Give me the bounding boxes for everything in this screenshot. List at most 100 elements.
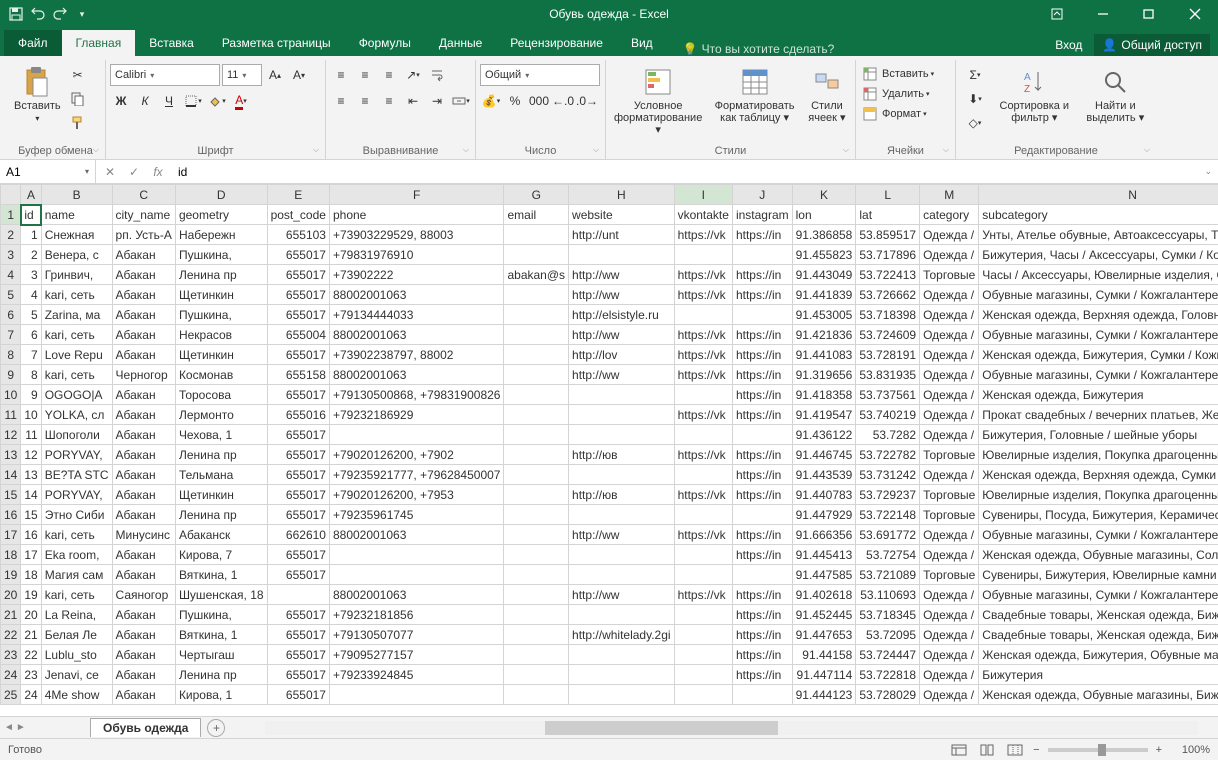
cell[interactable]: https://in bbox=[732, 225, 792, 245]
cell[interactable]: Женская одежда, Верхняя одежда, Сумки / … bbox=[979, 465, 1218, 485]
cell[interactable]: 91.441083 bbox=[792, 345, 856, 365]
cell[interactable]: 17 bbox=[21, 545, 41, 565]
cell[interactable]: 53.718398 bbox=[856, 305, 920, 325]
row-header-15[interactable]: 15 bbox=[1, 485, 21, 505]
cell[interactable]: id bbox=[21, 205, 41, 225]
grow-font-button[interactable]: A▴ bbox=[264, 64, 286, 86]
row-header-8[interactable]: 8 bbox=[1, 345, 21, 365]
expand-formula-bar-icon[interactable]: ⌄ bbox=[1198, 166, 1218, 177]
cell[interactable]: Ленина пр bbox=[175, 445, 267, 465]
cell[interactable]: post_code bbox=[267, 205, 329, 225]
cell[interactable]: +79130507077 bbox=[329, 625, 504, 645]
cell[interactable]: 53.717896 bbox=[856, 245, 920, 265]
cell[interactable]: https://in bbox=[732, 385, 792, 405]
cell[interactable]: Кирова, 7 bbox=[175, 545, 267, 565]
cell[interactable]: 655103 bbox=[267, 225, 329, 245]
cell[interactable]: 2 bbox=[21, 245, 41, 265]
cell[interactable]: +79235961745 bbox=[329, 505, 504, 525]
font-size-combo[interactable]: 11▾ bbox=[222, 64, 262, 86]
cell[interactable] bbox=[569, 505, 675, 525]
cell[interactable]: Ленина пр bbox=[175, 265, 267, 285]
cell[interactable] bbox=[674, 565, 732, 585]
cell[interactable]: Одежда / bbox=[920, 405, 979, 425]
cell[interactable]: +79232181856 bbox=[329, 605, 504, 625]
cell[interactable]: Шушенская, 18 bbox=[175, 585, 267, 605]
cell[interactable]: 6 bbox=[21, 325, 41, 345]
cell[interactable] bbox=[504, 385, 569, 405]
align-top-button[interactable]: ≡ bbox=[330, 64, 352, 86]
cell[interactable]: Некрасов bbox=[175, 325, 267, 345]
cell[interactable]: lat bbox=[856, 205, 920, 225]
cell[interactable]: 4 bbox=[21, 285, 41, 305]
cell[interactable]: Женская одежда, Обувные магазины, Солнце… bbox=[979, 545, 1218, 565]
cell[interactable]: Торговые bbox=[920, 565, 979, 585]
cell[interactable]: http://unt bbox=[569, 225, 675, 245]
cell[interactable]: https://vk bbox=[674, 445, 732, 465]
cell[interactable] bbox=[569, 405, 675, 425]
col-header-N[interactable]: N bbox=[979, 185, 1218, 205]
cell[interactable]: +73902222 bbox=[329, 265, 504, 285]
cell[interactable]: 8 bbox=[21, 365, 41, 385]
cell[interactable]: 7 bbox=[21, 345, 41, 365]
cell[interactable]: 11 bbox=[21, 425, 41, 445]
cell[interactable]: https://in bbox=[732, 405, 792, 425]
copy-button[interactable] bbox=[67, 88, 89, 110]
cell[interactable]: 91.441839 bbox=[792, 285, 856, 305]
cell[interactable]: 53.721089 bbox=[856, 565, 920, 585]
cell[interactable]: kari, сеть bbox=[41, 525, 112, 545]
cell[interactable] bbox=[674, 305, 732, 325]
row-header-10[interactable]: 10 bbox=[1, 385, 21, 405]
cell[interactable]: Абакан bbox=[112, 665, 175, 685]
select-all-corner[interactable] bbox=[1, 185, 21, 205]
cell[interactable]: https://vk bbox=[674, 265, 732, 285]
cell[interactable]: 19 bbox=[21, 585, 41, 605]
cell[interactable]: vkontakte bbox=[674, 205, 732, 225]
cell[interactable]: https://in bbox=[732, 625, 792, 645]
cell[interactable]: https://in bbox=[732, 525, 792, 545]
align-middle-button[interactable]: ≡ bbox=[354, 64, 376, 86]
cell[interactable]: https://in bbox=[732, 285, 792, 305]
cell[interactable]: 10 bbox=[21, 405, 41, 425]
cell[interactable]: Одежда / bbox=[920, 385, 979, 405]
cell[interactable]: Вяткина, 1 bbox=[175, 625, 267, 645]
cell[interactable] bbox=[569, 565, 675, 585]
cell[interactable]: 16 bbox=[21, 525, 41, 545]
font-color-button[interactable]: A▾ bbox=[230, 90, 252, 112]
cell[interactable]: Абакан bbox=[112, 305, 175, 325]
decrease-decimal-button[interactable]: .0→ bbox=[576, 90, 598, 112]
row-header-9[interactable]: 9 bbox=[1, 365, 21, 385]
cell[interactable]: +79831976910 bbox=[329, 245, 504, 265]
cell[interactable]: Ювелирные изделия, Покупка драгоценных м… bbox=[979, 445, 1218, 465]
cell[interactable] bbox=[329, 685, 504, 705]
cell[interactable]: +79134444033 bbox=[329, 305, 504, 325]
cell[interactable]: Ленина пр bbox=[175, 505, 267, 525]
cell[interactable]: 91.419547 bbox=[792, 405, 856, 425]
row-header-17[interactable]: 17 bbox=[1, 525, 21, 545]
find-select-button[interactable]: Найти и выделить ▾ bbox=[1079, 64, 1152, 126]
cell[interactable]: 91.443539 bbox=[792, 465, 856, 485]
cell[interactable]: 655017 bbox=[267, 245, 329, 265]
cell[interactable]: 1 bbox=[21, 225, 41, 245]
cell[interactable]: Снежная bbox=[41, 225, 112, 245]
cell[interactable]: Чехова, 1 bbox=[175, 425, 267, 445]
cell[interactable] bbox=[569, 465, 675, 485]
tab-review[interactable]: Рецензирование bbox=[496, 30, 617, 56]
cell[interactable]: 655017 bbox=[267, 305, 329, 325]
cell[interactable] bbox=[504, 645, 569, 665]
cell[interactable] bbox=[504, 245, 569, 265]
cell[interactable] bbox=[504, 665, 569, 685]
cell[interactable]: Женская одежда, Обувные магазины, Бижуте… bbox=[979, 685, 1218, 705]
cell[interactable]: Абакан bbox=[112, 625, 175, 645]
cell[interactable]: 53.859517 bbox=[856, 225, 920, 245]
cell[interactable]: Обувные магазины, Сумки / Кожгалантерея,… bbox=[979, 325, 1218, 345]
cell[interactable]: kari, сеть bbox=[41, 285, 112, 305]
cell[interactable]: https://in bbox=[732, 465, 792, 485]
name-box[interactable]: ▾ bbox=[0, 160, 96, 183]
cell[interactable]: Абакан bbox=[112, 685, 175, 705]
cell[interactable] bbox=[674, 385, 732, 405]
cell[interactable]: website bbox=[569, 205, 675, 225]
cell[interactable]: +79020126200, +7902 bbox=[329, 445, 504, 465]
paste-button[interactable]: Вставить ▾ bbox=[10, 64, 65, 125]
cell[interactable]: +79232186929 bbox=[329, 405, 504, 425]
cell-styles-button[interactable]: Стили ячеек ▾ bbox=[803, 64, 851, 126]
